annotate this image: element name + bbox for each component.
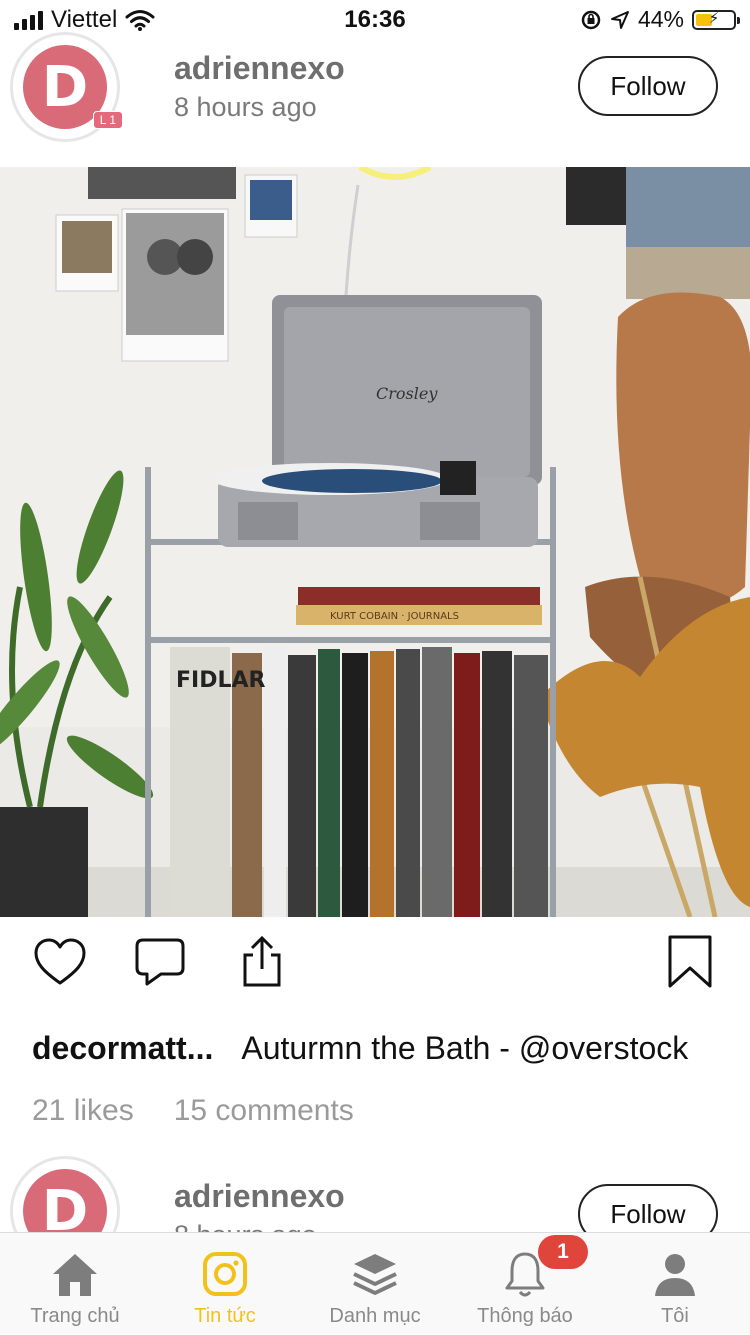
share-button[interactable] [232, 932, 292, 992]
post-actions [0, 928, 750, 998]
post-time: 8 hours ago [174, 92, 317, 122]
follow-button[interactable]: Follow [578, 56, 718, 116]
notification-badge: 1 [538, 1235, 588, 1269]
tab-label: Tin tức [194, 1305, 256, 1327]
book-spine-text: KURT COBAIN · JOURNALS [330, 611, 459, 622]
svg-text:FIDLAR: FIDLAR [176, 668, 266, 693]
tab-label: Tôi [661, 1305, 689, 1327]
caption-text: Auturmn the Bath - @overstock [241, 1030, 689, 1066]
tab-categories[interactable]: Danh mục [300, 1233, 450, 1335]
bookmark-icon [668, 935, 712, 988]
tab-profile[interactable]: Tôi [600, 1233, 750, 1335]
avatar-logo: D [41, 55, 89, 120]
bottom-tab-bar: Trang chủ Tin tức Danh mục 1 Thông báo T… [0, 1232, 750, 1334]
tab-label: Trang chủ [30, 1305, 120, 1327]
post-username[interactable]: adriennexo [174, 50, 345, 87]
post-username[interactable]: adriennexo [174, 1178, 345, 1215]
avatar-level-badge: L 1 [92, 111, 123, 129]
likes-count[interactable]: 21 likes [32, 1094, 134, 1127]
like-button[interactable] [30, 932, 90, 992]
tab-news[interactable]: Tin tức [150, 1233, 300, 1335]
layers-icon [345, 1249, 405, 1299]
tab-notifications[interactable]: 1 Thông báo [450, 1233, 600, 1335]
person-icon [645, 1249, 705, 1299]
tab-label: Thông báo [477, 1305, 573, 1327]
tab-label: Danh mục [329, 1305, 421, 1327]
share-icon [243, 935, 281, 987]
post-caption: decormatt... Auturmn the Bath - @overstoc… [32, 1030, 688, 1067]
post-header: D L 1 adriennexo 8 hours ago Follow [0, 0, 750, 142]
tab-home[interactable]: Trang chủ [0, 1233, 150, 1335]
comments-count[interactable]: 15 comments [174, 1094, 354, 1127]
instagram-icon [195, 1249, 255, 1299]
comment-button[interactable] [130, 932, 190, 992]
bookmark-button[interactable] [660, 932, 720, 992]
turntable-brand: Crosley [376, 384, 438, 403]
comment-icon [135, 938, 185, 986]
heart-icon [34, 938, 86, 985]
post-photo-illustration: FIDLAR KURT COBAIN · JOURNALS Crosley [0, 167, 750, 917]
home-icon [45, 1249, 105, 1299]
post-stats: 21 likes 15 comments [32, 1094, 354, 1128]
post-photo[interactable]: FIDLAR KURT COBAIN · JOURNALS Crosley [0, 167, 750, 917]
avatar[interactable]: D L 1 [10, 32, 123, 142]
caption-username[interactable]: decormatt... [32, 1030, 213, 1066]
